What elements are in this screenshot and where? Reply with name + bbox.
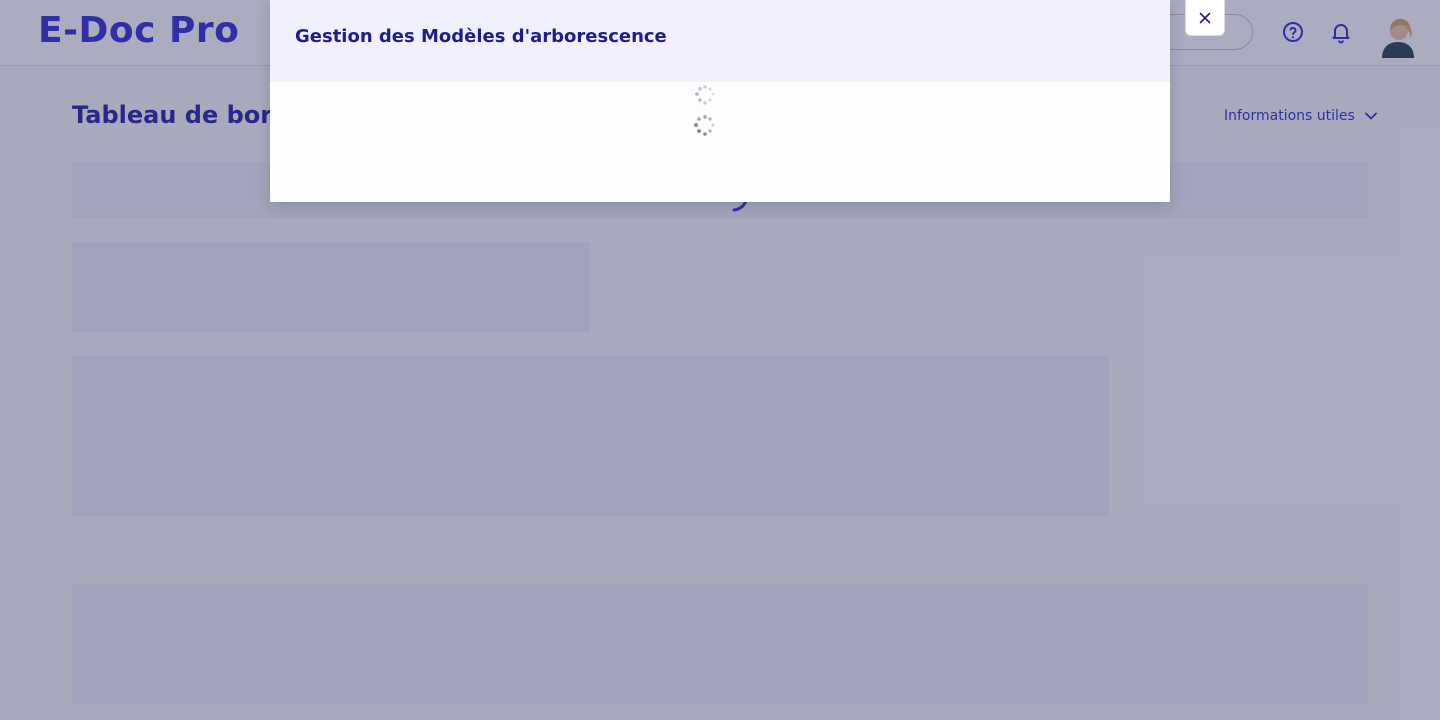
- spinner-icon: [694, 85, 715, 136]
- modal-header: Gestion des Modèles d'arborescence: [270, 0, 1170, 82]
- app-root: E-Doc Pro Tableau de bord Informations u…: [0, 0, 1440, 720]
- modal-title: Gestion des Modèles d'arborescence: [295, 26, 667, 47]
- tree-templates-modal: Gestion des Modèles d'arborescence: [270, 0, 1170, 202]
- close-icon: [1199, 12, 1211, 23]
- modal-body: [270, 82, 1170, 202]
- modal-close-button[interactable]: [1185, 0, 1225, 36]
